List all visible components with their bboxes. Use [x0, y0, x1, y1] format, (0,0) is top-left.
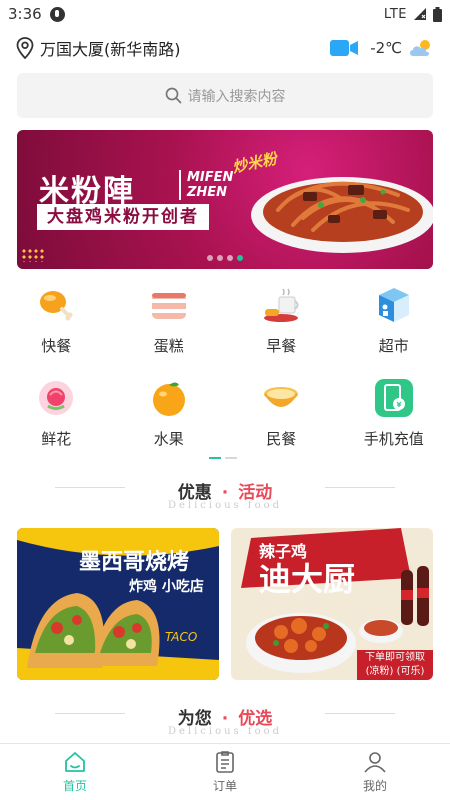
- banner-brand-en-line2: ZHEN: [187, 185, 228, 200]
- tab-orders[interactable]: 订单: [150, 744, 300, 800]
- home-icon: [65, 752, 85, 772]
- section-header-pick: 为您 · 优选 Delicious food: [0, 704, 450, 744]
- category-label: 水果: [153, 430, 184, 448]
- promo-right-note: 下单即可领取 (凉粉) (可乐): [357, 650, 433, 680]
- location-bar: 万国大厦(新华南路) -2℃: [0, 32, 450, 64]
- clipboard-icon: [216, 751, 234, 773]
- promo-right-title: 迪大厨: [259, 560, 356, 598]
- section-header-deals: 优惠 · 活动 Delicious food: [0, 478, 450, 518]
- flower-icon: [36, 378, 76, 418]
- bottom-tab-bar: 首页 订单 我的: [0, 743, 450, 800]
- promo-left-subtitle: 炸鸡 小吃店: [129, 579, 204, 595]
- banner-decoration: [21, 248, 45, 262]
- tab-label: 订单: [212, 779, 237, 793]
- cake-icon: [149, 285, 189, 325]
- category-label: 鲜花: [41, 430, 72, 448]
- category-label: 快餐: [41, 337, 72, 355]
- tab-profile[interactable]: 我的: [300, 744, 450, 800]
- status-time: 3:36: [8, 5, 42, 23]
- promo-right-note-line2: (凉粉) (可乐): [365, 666, 425, 677]
- section-subtitle: Delicious food: [167, 500, 283, 511]
- banner-pager[interactable]: [207, 255, 243, 261]
- promo-card-di-da-chu[interactable]: 辣子鸡 迪大厨 下单即可领取 (凉粉) (可乐): [231, 528, 433, 680]
- current-address[interactable]: 万国大厦(新华南路): [40, 36, 181, 60]
- promo-banner[interactable]: 米粉陣 MIFEN ZHEN 大盘鸡米粉开创者 炒米粉: [17, 130, 433, 269]
- category-label: 民餐: [266, 430, 297, 448]
- banner-slogan: 大盘鸡米粉开创者: [37, 204, 209, 230]
- pager-dot[interactable]: [207, 255, 213, 261]
- section-subtitle: Delicious food: [167, 726, 283, 737]
- search-input[interactable]: 请输入搜索内容: [17, 73, 433, 118]
- battery-icon: [433, 6, 442, 22]
- category-supermarket[interactable]: 超市: [338, 285, 450, 356]
- search-icon: [165, 87, 181, 104]
- category-label: 蛋糕: [153, 337, 184, 355]
- promo-right-note-line1: 下单即可领取: [365, 652, 425, 663]
- supermarket-icon: [374, 285, 414, 325]
- category-label: 早餐: [266, 337, 297, 355]
- category-flowers[interactable]: 鲜花: [0, 378, 113, 449]
- category-label: 超市: [378, 337, 409, 355]
- drumstick-icon: [36, 285, 76, 325]
- banner-brand-en-line1: MIFEN: [187, 170, 234, 185]
- weather-cloud-sun-icon: [410, 40, 430, 56]
- category-label: 手机充值: [363, 430, 424, 448]
- app-notification-icon: [49, 6, 65, 22]
- category-page-indicator: [209, 457, 237, 459]
- page-indicator: [225, 457, 237, 459]
- tab-label: 首页: [62, 779, 87, 793]
- location-pin-icon[interactable]: [16, 37, 34, 59]
- category-cake[interactable]: 蛋糕: [113, 285, 226, 356]
- video-camera-icon[interactable]: [330, 38, 359, 58]
- signal-icon: [414, 8, 426, 20]
- user-icon: [364, 752, 386, 773]
- category-fruit[interactable]: 水果: [113, 378, 226, 449]
- page-indicator-active: [209, 457, 221, 459]
- pager-dot[interactable]: [217, 255, 223, 261]
- status-bar: 3:36 LTE: [0, 0, 450, 28]
- promo-left-tag: TACO: [165, 630, 198, 644]
- temperature: -2℃: [370, 39, 402, 57]
- orange-icon: [149, 378, 189, 418]
- category-local-food[interactable]: 民餐: [225, 378, 338, 449]
- category-breakfast[interactable]: 早餐: [225, 285, 338, 356]
- promo-card-mexican-bbq[interactable]: 墨西哥烧烤 炸鸡 小吃店 TACO: [17, 528, 219, 680]
- network-type: LTE: [383, 6, 407, 22]
- breakfast-icon: [261, 285, 301, 325]
- banner-brand-en: MIFEN ZHEN: [179, 170, 233, 200]
- search-placeholder: 请输入搜索内容: [187, 88, 286, 105]
- tab-home[interactable]: 首页: [0, 744, 150, 800]
- category-fast-food[interactable]: 快餐: [0, 285, 113, 356]
- bowl-icon: [261, 378, 301, 418]
- phone-recharge-icon: [374, 378, 414, 418]
- pager-dot-active[interactable]: [237, 255, 243, 261]
- tab-label: 我的: [362, 779, 387, 793]
- pager-dot[interactable]: [227, 255, 233, 261]
- promo-left-title: 墨西哥烧烤: [79, 550, 190, 575]
- category-grid: 快餐 蛋糕 早餐 超市 鲜花 水果 民餐 手机充值: [0, 285, 450, 449]
- category-phone-recharge[interactable]: 手机充值: [338, 378, 450, 449]
